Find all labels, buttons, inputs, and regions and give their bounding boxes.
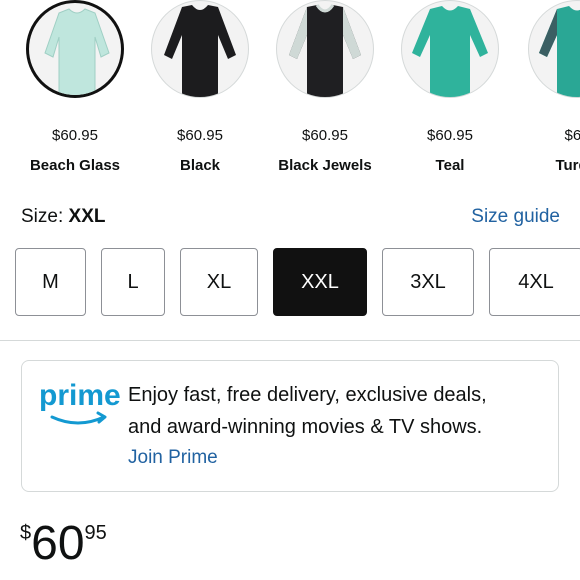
swatch-price: $60.95 [427, 127, 473, 144]
join-prime-link[interactable]: Join Prime [128, 447, 218, 469]
prime-description: Enjoy fast, free delivery, exclusive dea… [128, 379, 548, 443]
selected-size: XXL [68, 206, 106, 227]
swatch-name: Beach Glass [29, 157, 121, 174]
price-whole: 60 [31, 517, 85, 570]
swatch-price: $60.95 [177, 127, 223, 144]
swatch-black-jewels[interactable]: $60.95 Black Jewels [270, 0, 380, 174]
size-button-m[interactable]: M [15, 248, 86, 316]
size-button-l[interactable]: L [101, 248, 165, 316]
prime-promo-card: prime Enjoy fast, free delivery, exclusi… [21, 360, 559, 492]
swatch-image-black [151, 0, 249, 98]
prime-logo: prime [38, 375, 121, 440]
swatch-name: Black [179, 157, 221, 174]
swatch-teal[interactable]: $60.95 Teal [395, 0, 505, 174]
prime-line-2: and award-winning movies & TV shows. [128, 416, 483, 438]
size-button-3xl[interactable]: 3XL [382, 248, 474, 316]
swatch-turquoise[interactable]: $60 Turquois [522, 0, 580, 174]
prime-logo-text: prime [39, 379, 120, 412]
size-label: Size: [21, 206, 64, 227]
section-divider [0, 340, 580, 341]
product-price: $6095 [20, 518, 107, 570]
swatch-name: Black Jewels [278, 157, 372, 174]
size-selection-label: Size: XXL [21, 206, 105, 228]
swatch-image-beach-glass [26, 0, 124, 98]
swatch-image-turquoise [528, 0, 580, 98]
prime-line-1: Enjoy fast, free delivery, exclusive dea… [128, 384, 487, 406]
swatch-price: $60.95 [302, 127, 348, 144]
swatch-name: Turquois [555, 157, 580, 174]
color-swatch-row: $60.95 Beach Glass $60.95 Black $60.95 B… [0, 0, 580, 190]
price-fraction: 95 [84, 522, 107, 544]
swatch-price: $60 [564, 127, 580, 144]
size-button-xxl[interactable]: XXL [273, 248, 367, 316]
size-guide-link[interactable]: Size guide [471, 206, 560, 228]
swatch-name: Teal [435, 157, 465, 174]
price-currency-symbol: $ [20, 522, 32, 544]
size-button-xl[interactable]: XL [180, 248, 258, 316]
swatch-beach-glass[interactable]: $60.95 Beach Glass [20, 0, 130, 174]
size-button-4xl[interactable]: 4XL [489, 248, 580, 316]
swatch-image-black-jewels [276, 0, 374, 98]
swatch-price: $60.95 [52, 127, 98, 144]
swatch-black[interactable]: $60.95 Black [145, 0, 255, 174]
swatch-image-teal [401, 0, 499, 98]
